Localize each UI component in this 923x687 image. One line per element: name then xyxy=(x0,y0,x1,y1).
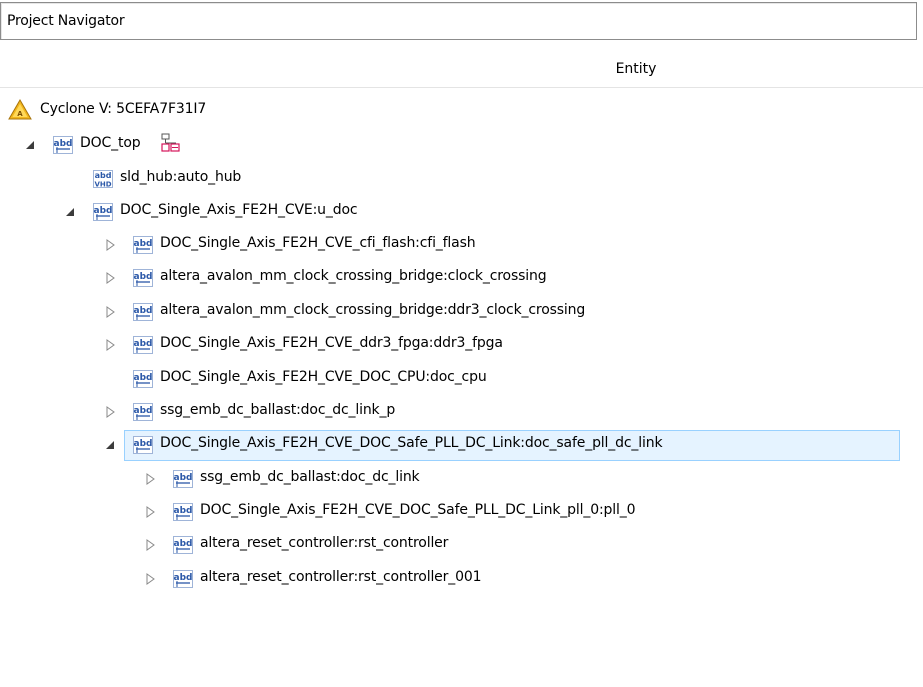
entity-label: altera_reset_controller:rst_controller xyxy=(200,535,449,551)
expand-arrow-icon[interactable] xyxy=(104,303,118,321)
device-label: Cyclone V: 5CEFA7F31I7 xyxy=(40,101,207,117)
entity-label: ssg_emb_dc_ballast:doc_dc_link xyxy=(200,469,420,485)
design-entity-icon: abd xyxy=(172,534,194,556)
header-divider xyxy=(0,87,923,88)
entity-label: DOC_top xyxy=(80,135,141,151)
tree-row[interactable]: abd altera_avalon_mm_clock_crossing_bridg… xyxy=(0,297,923,330)
expand-arrow-icon[interactable] xyxy=(104,269,118,287)
entity-label: DOC_Single_Axis_FE2H_CVE_cfi_flash:cfi_f… xyxy=(160,235,476,251)
tree-row[interactable]: abd DOC_top xyxy=(0,130,923,163)
entity-label: DOC_Single_Axis_FE2H_CVE_ddr3_fpga:ddr3_… xyxy=(160,335,503,351)
entity-label: ssg_emb_dc_ballast:doc_dc_link_p xyxy=(160,402,396,418)
design-entity-icon: abd xyxy=(132,401,154,423)
svg-text:VHD: VHD xyxy=(94,181,111,189)
panel-title-bar: Project Navigator xyxy=(0,2,917,40)
tree-row[interactable]: abd DOC_Single_Axis_FE2H_CVE_DOC_Safe_PLL… xyxy=(0,497,923,530)
svg-text:abd: abd xyxy=(134,373,153,383)
svg-text:abd: abd xyxy=(95,171,112,180)
warning-icon: A xyxy=(8,99,32,120)
svg-text:abd: abd xyxy=(174,573,193,583)
expand-arrow-icon[interactable] xyxy=(104,403,118,421)
design-entity-icon: abd xyxy=(92,201,114,223)
design-entity-icon: abd xyxy=(132,267,154,289)
svg-text:abd: abd xyxy=(134,406,153,416)
design-entity-icon: abd xyxy=(172,501,194,523)
design-entity-icon: abd xyxy=(132,301,154,323)
tree-row-device[interactable]: A Cyclone V: 5CEFA7F31I7 xyxy=(0,96,923,129)
project-navigator-panel: Project Navigator Entity A Cyclone V: 5C… xyxy=(0,0,923,687)
tree-row[interactable]: abd DOC_Single_Axis_FE2H_CVE_ddr3_fpga:dd… xyxy=(0,330,923,363)
design-entity-icon: abd xyxy=(132,434,154,456)
expand-arrow-icon[interactable] xyxy=(104,236,118,254)
svg-text:abd: abd xyxy=(174,539,193,549)
entity-label: DOC_Single_Axis_FE2H_CVE_DOC_Safe_PLL_DC… xyxy=(160,435,663,451)
expand-arrow-icon[interactable] xyxy=(144,503,158,521)
panel-title: Project Navigator xyxy=(7,13,125,29)
svg-text:abd: abd xyxy=(134,272,153,282)
expand-arrow-icon[interactable] xyxy=(144,570,158,588)
vhdl-entity-icon: abd VHD xyxy=(92,168,114,190)
tree-row[interactable]: abd altera_reset_controller:rst_controlle… xyxy=(0,564,923,597)
expand-arrow-icon[interactable] xyxy=(144,536,158,554)
design-entity-icon: abd xyxy=(172,468,194,490)
tree-row[interactable]: abd DOC_Single_Axis_FE2H_CVE_DOC_CPU:doc_… xyxy=(0,364,923,397)
tree-row[interactable]: abd ssg_emb_dc_ballast:doc_dc_link xyxy=(0,464,923,497)
svg-text:abd: abd xyxy=(134,306,153,316)
collapse-arrow-icon[interactable] xyxy=(24,136,38,154)
svg-text:abd: abd xyxy=(134,439,153,449)
tree-row[interactable]: abd altera_avalon_mm_clock_crossing_bridg… xyxy=(0,263,923,296)
tree-row[interactable]: abd DOC_Single_Axis_FE2H_CVE:u_doc xyxy=(0,197,923,230)
svg-text:abd: abd xyxy=(174,473,193,483)
tree-row[interactable]: abd DOC_Single_Axis_FE2H_CVE_cfi_flash:cf… xyxy=(0,230,923,263)
collapse-arrow-icon[interactable] xyxy=(64,203,78,221)
hierarchy-icon xyxy=(160,132,182,154)
design-entity-icon: abd xyxy=(172,568,194,590)
design-entity-icon: abd xyxy=(132,334,154,356)
entity-label: altera_avalon_mm_clock_crossing_bridge:d… xyxy=(160,302,586,318)
entity-label: sld_hub:auto_hub xyxy=(120,169,242,185)
svg-text:abd: abd xyxy=(174,506,193,516)
tree-row[interactable]: abd VHD sld_hub:auto_hub xyxy=(0,164,923,197)
design-entity-icon: abd xyxy=(52,134,74,156)
design-entity-icon: abd xyxy=(132,368,154,390)
expand-arrow-icon[interactable] xyxy=(144,470,158,488)
entity-column-header[interactable]: Entity xyxy=(0,54,923,88)
column-header-label: Entity xyxy=(615,61,657,77)
svg-text:abd: abd xyxy=(54,139,73,149)
tree-row[interactable]: abd altera_reset_controller:rst_controlle… xyxy=(0,530,923,563)
entity-label: altera_reset_controller:rst_controller_0… xyxy=(200,569,482,585)
entity-label: DOC_Single_Axis_FE2H_CVE_DOC_Safe_PLL_DC… xyxy=(200,502,636,518)
svg-text:abd: abd xyxy=(94,206,113,216)
svg-text:abd: abd xyxy=(134,339,153,349)
collapse-arrow-icon[interactable] xyxy=(104,436,118,454)
svg-text:A: A xyxy=(17,110,23,118)
entity-label: DOC_Single_Axis_FE2H_CVE_DOC_CPU:doc_cpu xyxy=(160,369,487,385)
tree-row[interactable]: abd ssg_emb_dc_ballast:doc_dc_link_p xyxy=(0,397,923,430)
entity-label: DOC_Single_Axis_FE2H_CVE:u_doc xyxy=(120,202,358,218)
entity-label: altera_avalon_mm_clock_crossing_bridge:c… xyxy=(160,268,547,284)
svg-text:abd: abd xyxy=(134,239,153,249)
expand-arrow-icon[interactable] xyxy=(104,336,118,354)
design-entity-icon: abd xyxy=(132,234,154,256)
tree-row[interactable]: abd DOC_Single_Axis_FE2H_CVE_DOC_Safe_PLL… xyxy=(0,430,923,463)
